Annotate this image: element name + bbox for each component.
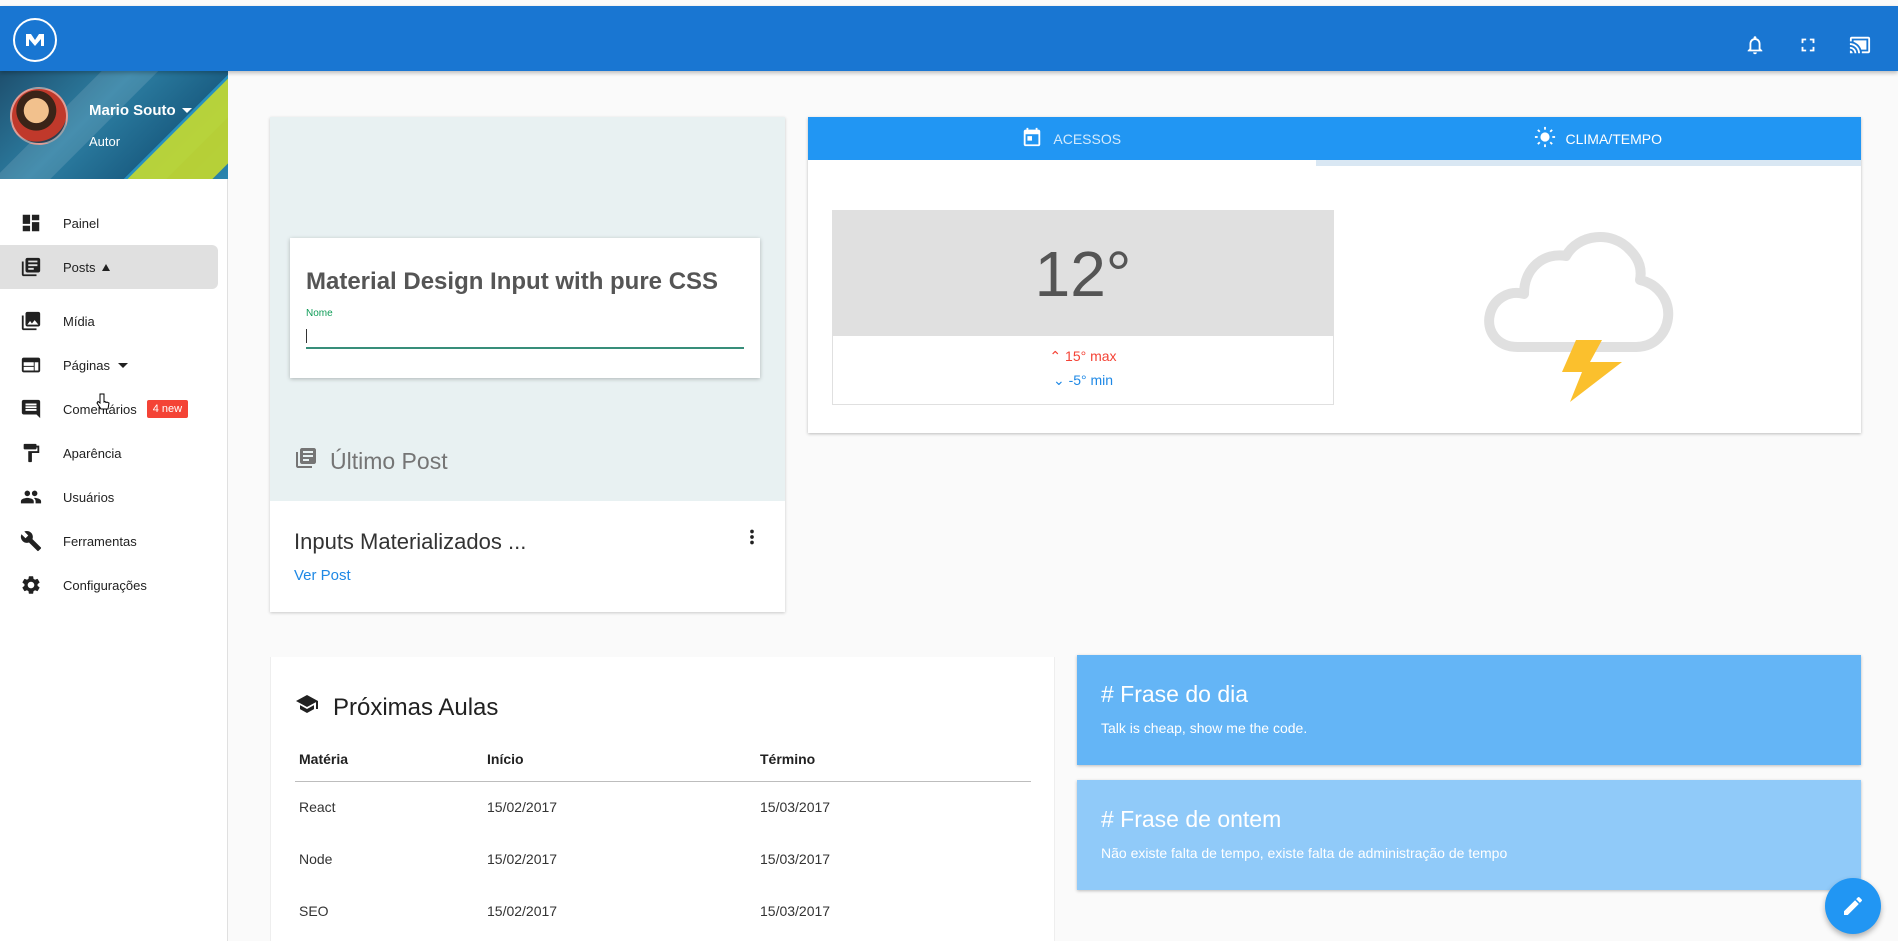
profile-role: Autor <box>89 134 121 149</box>
quote-title: # Frase de ontem <box>1101 806 1282 832</box>
chevron-down-icon <box>117 362 128 368</box>
sidebar-item-label: Configurações <box>63 577 147 593</box>
more-vert-icon[interactable] <box>740 525 764 549</box>
posts-icon <box>20 256 42 278</box>
column-header: Matéria <box>295 737 483 782</box>
chevron-down-icon <box>181 108 192 113</box>
sidebar-item-posts[interactable]: Posts <box>0 245 218 289</box>
quote-of-the-day-card: # Frase do dia Talk is cheap, show me th… <box>1077 655 1861 765</box>
table-cell: Node <box>299 851 333 867</box>
sidebar-item-configuracoes[interactable]: Configurações <box>0 563 227 607</box>
posts-icon <box>294 446 318 476</box>
tab-label: ACESSOS <box>1053 130 1122 147</box>
sidebar: Mario Souto Autor Painel Posts Mídia Pág… <box>0 71 228 941</box>
top-app-bar <box>0 6 1898 71</box>
table-row[interactable]: SEO 15/02/2017 15/03/2017 <box>295 885 1031 937</box>
graduation-cap-icon <box>295 692 319 723</box>
sidebar-item-label: Páginas <box>63 357 110 373</box>
profile-name: Mario Souto <box>89 102 176 119</box>
tab-label: CLIMA/TEMPO <box>1565 130 1662 147</box>
view-post-link[interactable]: Ver Post <box>294 567 351 584</box>
tab-acessos[interactable]: ACESSOS <box>808 117 1335 160</box>
table-cell: 15/03/2017 <box>760 903 831 919</box>
table-cell: SEO <box>299 903 329 919</box>
people-icon <box>20 486 42 508</box>
profile-name-dropdown[interactable]: Mario Souto <box>89 102 192 119</box>
gear-icon <box>20 574 42 596</box>
sidebar-item-label: Posts <box>63 259 96 275</box>
tab-active-indicator <box>1316 160 1861 166</box>
preview-name-input[interactable] <box>306 323 744 349</box>
new-comments-badge: 4 new <box>146 400 189 418</box>
table-cell: 15/02/2017 <box>487 799 558 816</box>
pencil-icon <box>1844 896 1863 915</box>
calendar-icon <box>1021 126 1043 151</box>
column-header: Início <box>483 737 756 782</box>
paint-roller-icon <box>20 442 42 464</box>
sidebar-item-midia[interactable]: Mídia <box>0 299 227 343</box>
upcoming-classes-card: Próximas Aulas Matéria Início Término Re… <box>270 657 1055 941</box>
weather-card: ACESSOS CLIMA/TEMPO 12° ⌃ 15° max ⌄ -5° … <box>808 117 1861 433</box>
edit-fab-button[interactable] <box>1825 878 1881 934</box>
chevron-down-icon: ⌄ <box>1052 372 1065 388</box>
table-row[interactable]: Node 15/02/2017 15/03/2017 <box>295 833 1031 885</box>
max-temperature: ⌃ 15° max <box>1049 348 1117 364</box>
fullscreen-icon[interactable] <box>1795 32 1821 58</box>
sidebar-nav: Painel Posts Mídia Páginas Comentários 4… <box>0 201 227 607</box>
post-caption: Último Post <box>294 446 448 476</box>
sidebar-item-comentarios[interactable]: Comentários 4 new <box>0 387 227 431</box>
wrench-icon <box>20 530 42 552</box>
profile-header: Mario Souto Autor <box>0 71 228 179</box>
table-cell: 15/03/2017 <box>760 799 831 816</box>
latest-post-card: Material Design Input with pure CSS Nome… <box>270 117 785 612</box>
quote-title: # Frase do dia <box>1101 681 1249 707</box>
sun-icon <box>1534 126 1556 151</box>
sidebar-item-ferramentas[interactable]: Ferramentas <box>0 519 227 563</box>
material-input-preview: Material Design Input with pure CSS Nome <box>290 238 760 378</box>
sidebar-item-label: Usuários <box>63 489 115 505</box>
media-icon <box>20 310 42 332</box>
sidebar-item-label: Mídia <box>63 313 95 329</box>
preview-heading: Material Design Input with pure CSS <box>306 268 719 295</box>
table-header-row: Matéria Início Término <box>295 737 1031 782</box>
post-preview-image: Material Design Input with pure CSS Nome… <box>270 117 785 501</box>
quote-text: Não existe falta de tempo, existe falta … <box>1101 845 1508 861</box>
avatar[interactable] <box>10 87 68 145</box>
sidebar-item-label: Aparência <box>63 445 122 461</box>
comment-icon <box>20 398 42 420</box>
sidebar-item-paginas[interactable]: Páginas <box>0 343 227 387</box>
table-row[interactable]: React 15/02/2017 15/03/2017 <box>295 781 1031 833</box>
sidebar-item-usuarios[interactable]: Usuários <box>0 475 227 519</box>
sidebar-item-label: Ferramentas <box>63 533 137 549</box>
preview-field-label: Nome <box>306 308 333 319</box>
tab-clima-tempo[interactable]: CLIMA/TEMPO <box>1335 117 1862 160</box>
table-cell: 15/02/2017 <box>487 851 558 867</box>
dashboard-icon <box>20 212 42 234</box>
classes-table: Matéria Início Término React 15/02/2017 … <box>295 737 1031 937</box>
bell-icon[interactable] <box>1742 32 1768 58</box>
table-cell: 15/02/2017 <box>487 903 558 919</box>
chevron-up-icon: ⌃ <box>1049 348 1062 364</box>
post-caption-text: Último Post <box>330 447 448 474</box>
expand-icon <box>101 263 110 271</box>
hand-cursor-icon <box>96 393 110 410</box>
pages-icon <box>20 354 42 376</box>
quote-text: Talk is cheap, show me the code. <box>1101 720 1308 736</box>
m-logo-icon[interactable] <box>13 18 57 62</box>
sidebar-item-painel[interactable]: Painel <box>0 201 227 245</box>
cast-icon[interactable] <box>1847 32 1873 58</box>
temperature-box: 12° ⌃ 15° max ⌄ -5° min <box>832 210 1334 405</box>
current-temperature: 12° <box>833 211 1333 336</box>
table-cell: 15/03/2017 <box>760 851 831 867</box>
yesterday-quote-card: # Frase de ontem Não existe falta de tem… <box>1077 780 1861 890</box>
post-title: Inputs Materializados ... <box>294 529 527 554</box>
thunderstorm-icon <box>1484 232 1674 402</box>
column-header: Término <box>756 737 1031 782</box>
weather-tabs: ACESSOS CLIMA/TEMPO <box>808 117 1862 166</box>
sidebar-item-aparencia[interactable]: Aparência <box>0 431 227 475</box>
upcoming-classes-title: Próximas Aulas <box>295 692 498 723</box>
sidebar-item-label: Painel <box>63 215 100 231</box>
min-temperature: ⌄ -5° min <box>1052 372 1114 388</box>
table-cell: React <box>299 799 336 816</box>
